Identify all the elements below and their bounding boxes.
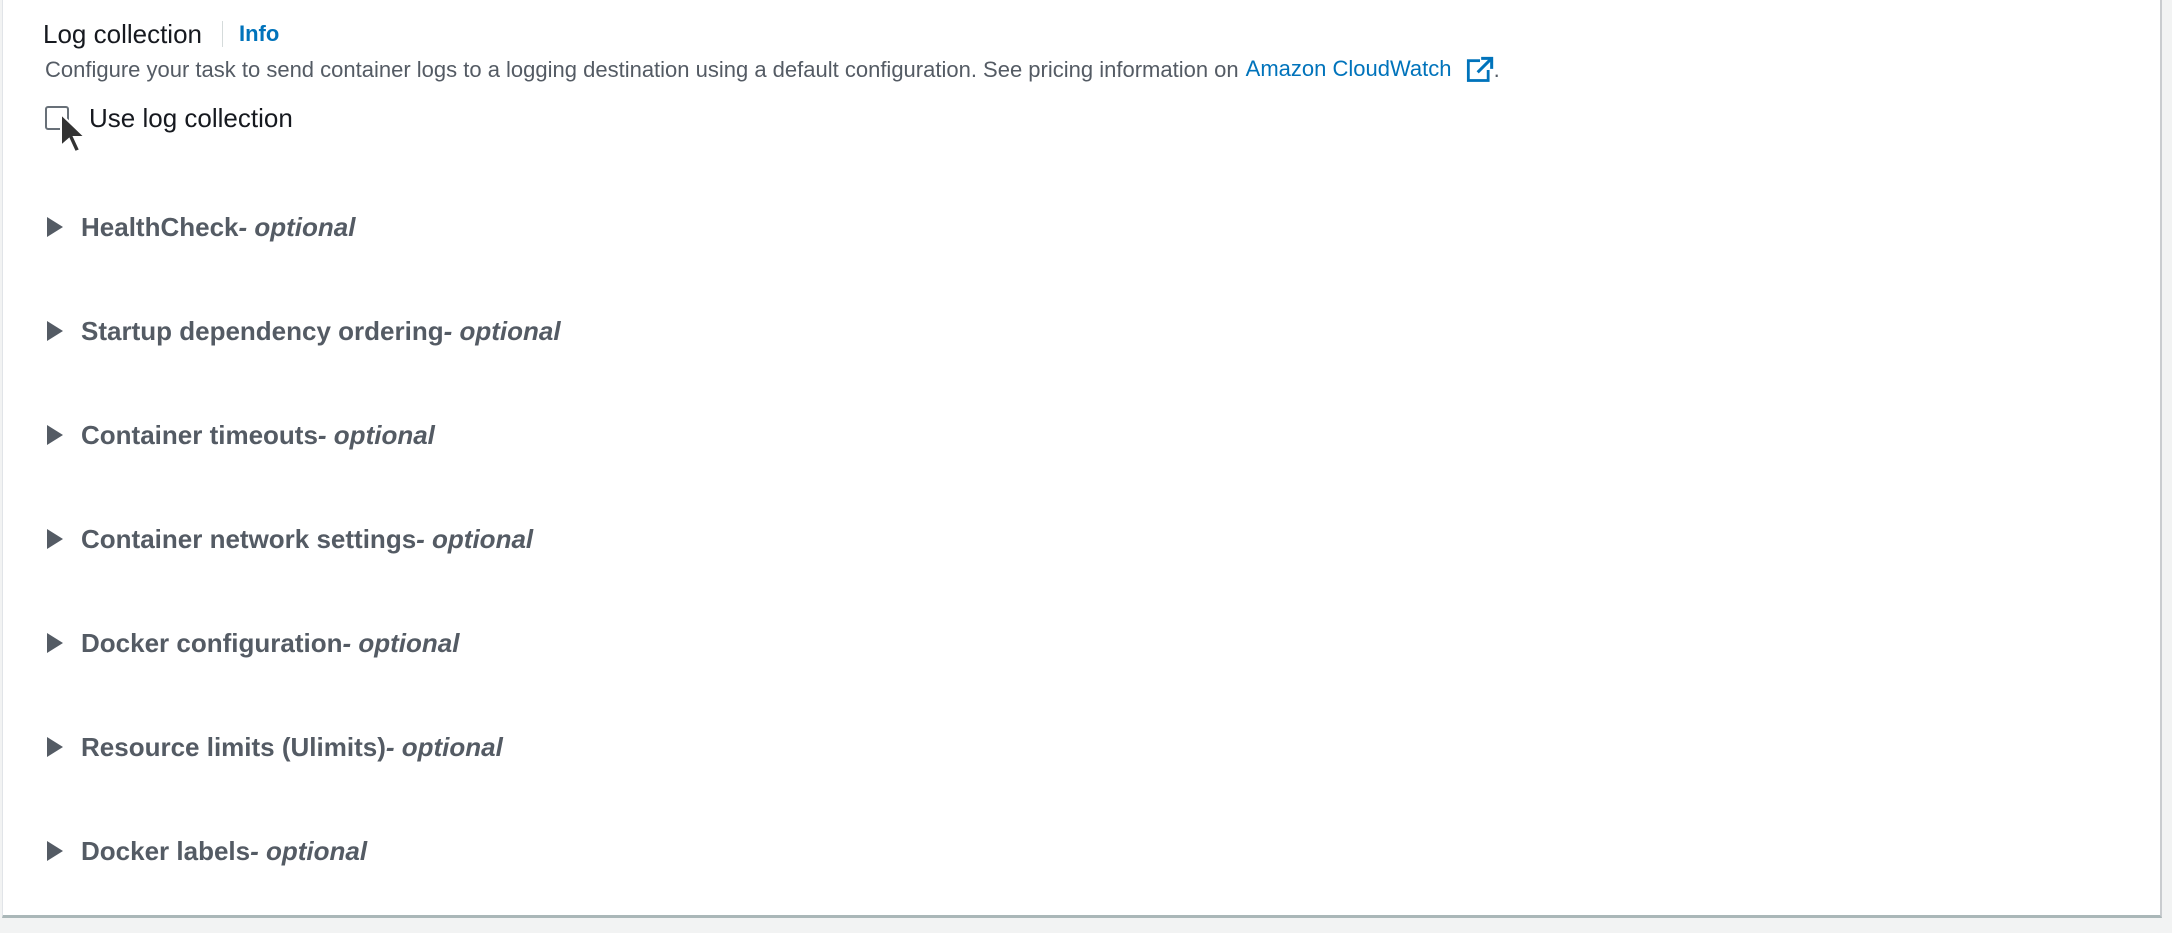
use-log-collection-label[interactable]: Use log collection [89, 103, 293, 134]
expander-docker-configuration[interactable]: Docker configuration - optional [47, 623, 459, 663]
expander-startup-dependency-ordering[interactable]: Startup dependency ordering - optional [47, 311, 561, 351]
description-period: . [1493, 57, 1500, 83]
expander-container-timeouts[interactable]: Container timeouts - optional [47, 415, 435, 455]
caret-right-icon[interactable] [47, 633, 63, 653]
section-title: Log collection [43, 18, 202, 49]
expander-optional[interactable]: - optional [416, 524, 533, 555]
caret-right-icon[interactable] [47, 529, 63, 549]
expander-container-network-settings[interactable]: Container network settings - optional [47, 519, 533, 559]
expander-title[interactable]: Resource limits (Ulimits) [81, 732, 386, 763]
expander-title[interactable]: Container network settings [81, 524, 416, 555]
caret-right-icon[interactable] [47, 841, 63, 861]
expander-optional[interactable]: - optional [386, 732, 503, 763]
expander-resource-limits[interactable]: Resource limits (Ulimits) - optional [47, 727, 503, 767]
caret-right-icon[interactable] [47, 425, 63, 445]
expander-optional[interactable]: - optional [342, 628, 459, 659]
expander-docker-labels[interactable]: Docker labels - optional [47, 831, 367, 871]
log-collection-panel: Log collection Info Configure your task … [2, 0, 2162, 918]
section-header: Log collection Info [43, 14, 279, 54]
expander-title[interactable]: HealthCheck [81, 212, 239, 243]
amazon-cloudwatch-link-text[interactable]: Amazon CloudWatch [1246, 56, 1452, 81]
expander-optional[interactable]: - optional [318, 420, 435, 451]
amazon-cloudwatch-link[interactable]: Amazon CloudWatch [1246, 56, 1494, 84]
expander-optional[interactable]: - optional [444, 316, 561, 347]
expander-title[interactable]: Docker labels [81, 836, 250, 867]
expander-healthcheck[interactable]: HealthCheck - optional [47, 207, 355, 247]
expander-optional[interactable]: - optional [250, 836, 367, 867]
header-divider [222, 21, 223, 47]
mouse-pointer-icon [60, 112, 87, 154]
section-description: Configure your task to send container lo… [45, 56, 1500, 84]
caret-right-icon[interactable] [47, 737, 63, 757]
description-text: Configure your task to send container lo… [45, 57, 1239, 83]
caret-right-icon[interactable] [47, 321, 63, 341]
info-link[interactable]: Info [239, 21, 279, 47]
expander-optional[interactable]: - optional [239, 212, 356, 243]
external-link-icon[interactable] [1466, 56, 1494, 84]
expander-title[interactable]: Startup dependency ordering [81, 316, 444, 347]
caret-right-icon[interactable] [47, 217, 63, 237]
expander-title[interactable]: Docker configuration [81, 628, 342, 659]
expander-title[interactable]: Container timeouts [81, 420, 318, 451]
